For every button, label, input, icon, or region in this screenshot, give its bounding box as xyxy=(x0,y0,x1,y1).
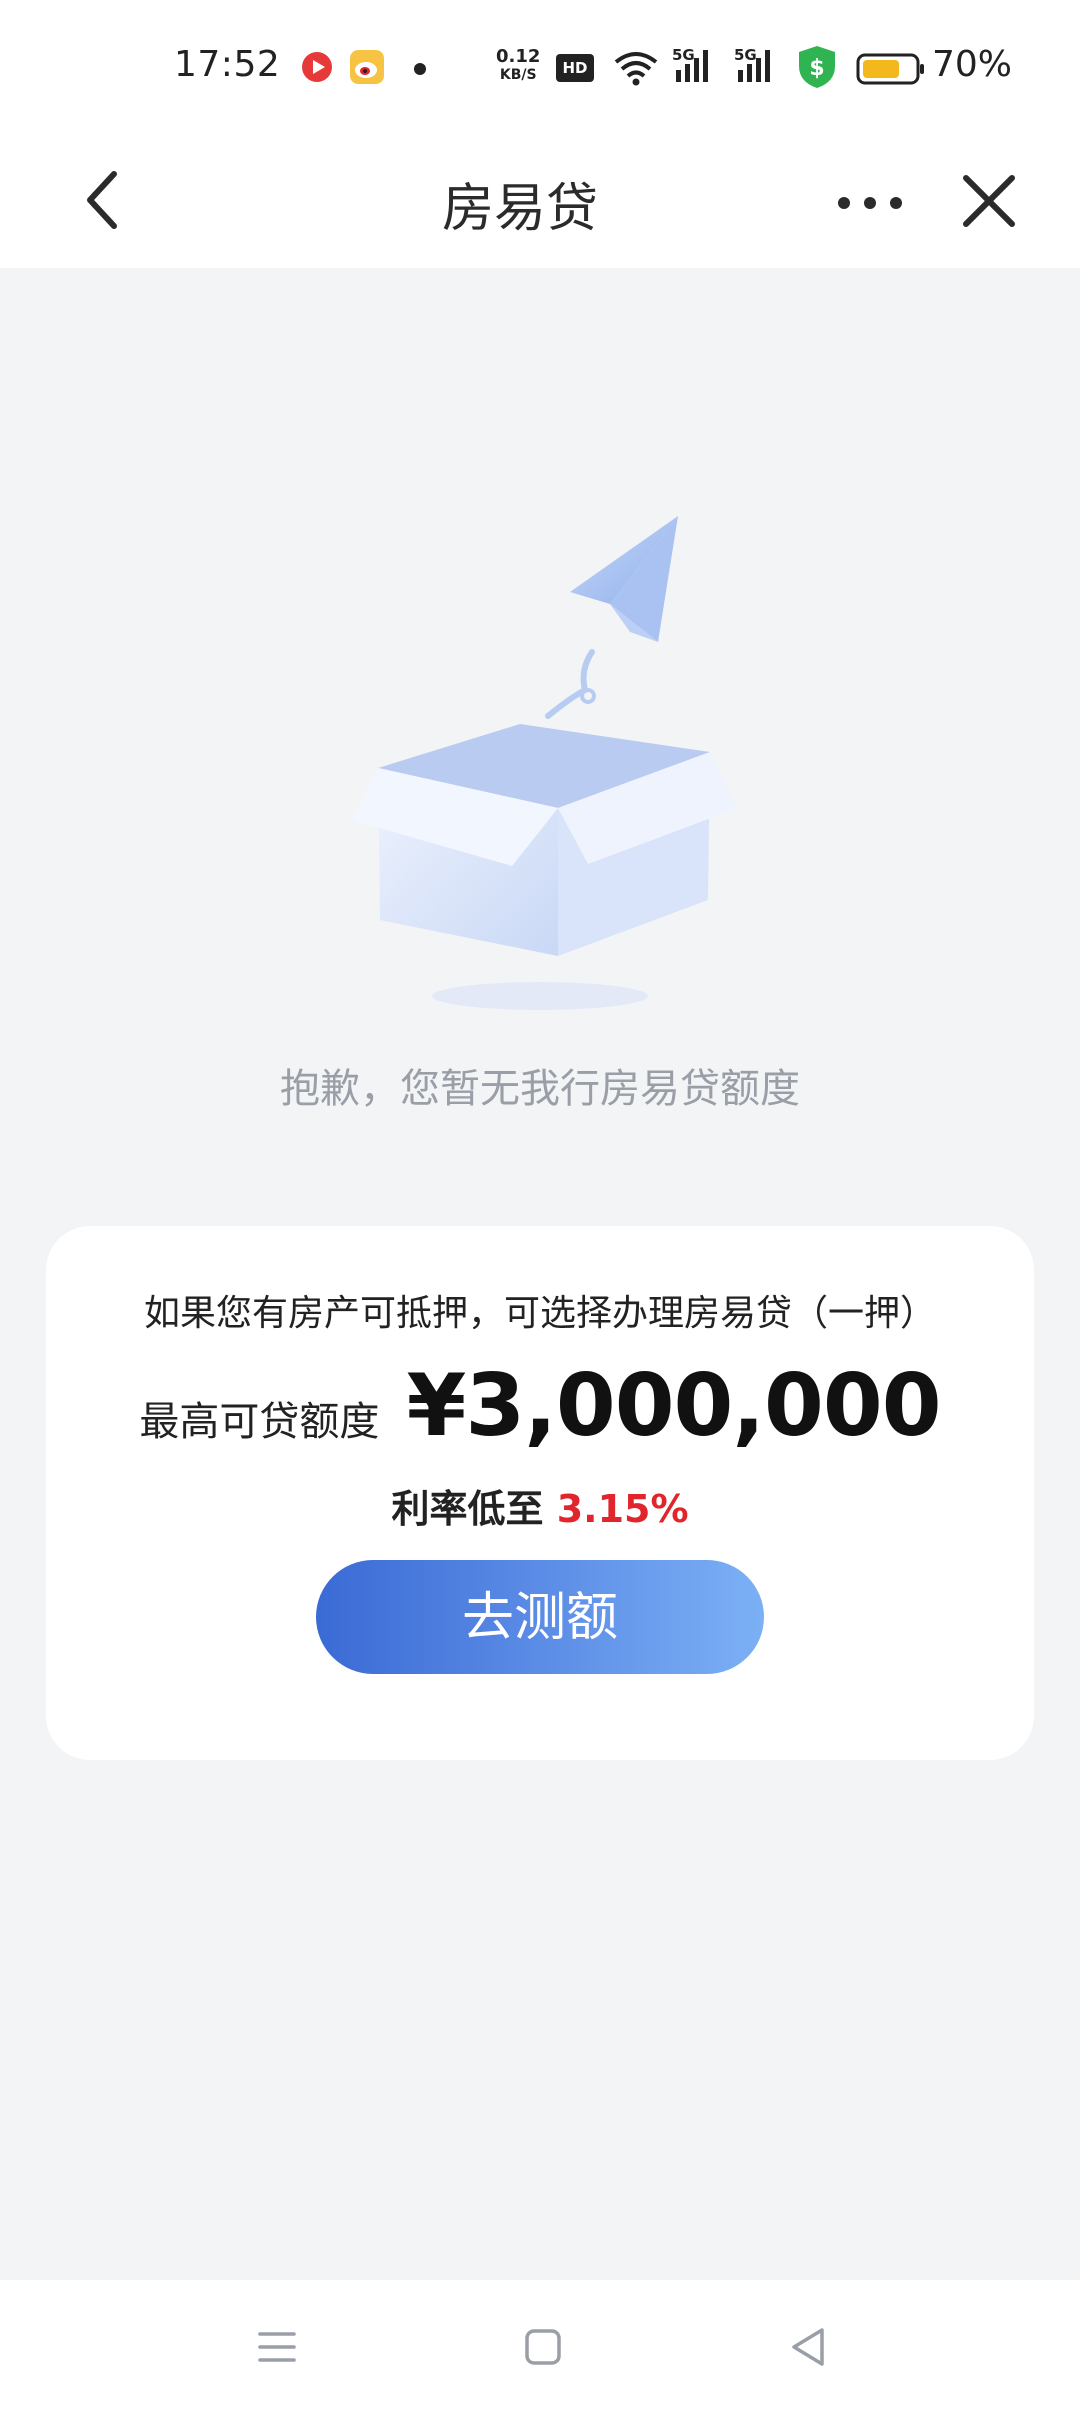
close-icon[interactable] xyxy=(954,166,1024,236)
rate-value: 3.15% xyxy=(556,1487,689,1531)
status-time: 17:52 xyxy=(174,44,281,85)
net-speed-value: 0.12 xyxy=(496,46,541,67)
paper-plane-icon xyxy=(570,516,678,642)
hd-icon: HD xyxy=(556,54,594,82)
signal-5g-icon: 5G xyxy=(672,46,720,86)
menu-icon[interactable] xyxy=(254,2324,300,2370)
app-header: 房易贷 xyxy=(0,140,1080,268)
wifi-icon xyxy=(614,52,658,86)
system-nav-bar xyxy=(0,2280,1080,2412)
rate-label: 利率低至 xyxy=(391,1487,544,1531)
more-icon[interactable] xyxy=(834,178,906,228)
max-amount-label: 最高可贷额度 xyxy=(139,1399,380,1445)
empty-box-illustration xyxy=(352,516,738,1010)
max-amount-value: ¥3,000,000 xyxy=(406,1356,942,1456)
net-speed-unit: KB/S xyxy=(499,67,537,83)
estimate-quota-button[interactable]: 去测额 xyxy=(316,1560,764,1674)
max-amount-row: 最高可贷额度 ¥3,000,000 xyxy=(46,1356,1034,1456)
net-speed: 0.12 KB/S xyxy=(496,48,540,84)
mortgage-hint: 如果您有房产可抵押，可选择办理房易贷（一押） xyxy=(143,1293,936,1334)
weibo-icon xyxy=(350,50,384,84)
back-nav-icon[interactable] xyxy=(786,2324,832,2370)
battery-percent: 70% xyxy=(932,44,1013,85)
loan-offer-card: 如果您有房产可抵押，可选择办理房易贷（一押） 最高可贷额度 ¥3,000,000… xyxy=(46,1226,1034,1760)
security-shield-icon: $ xyxy=(799,46,835,88)
battery-icon xyxy=(856,53,924,85)
svg-text:$: $ xyxy=(809,56,824,81)
notification-dot xyxy=(414,63,426,75)
empty-state-message: 抱歉，您暂无我行房易贷额度 xyxy=(280,1066,800,1112)
status-bar: 17:52 0.12 KB/S HD 5G 5G $ 70% xyxy=(0,0,1080,140)
signal-5g-icon: 5G xyxy=(734,46,782,86)
rate-row: 利率低至 3.15% xyxy=(46,1478,1034,1533)
home-icon[interactable] xyxy=(520,2324,566,2370)
video-app-icon xyxy=(302,52,332,82)
